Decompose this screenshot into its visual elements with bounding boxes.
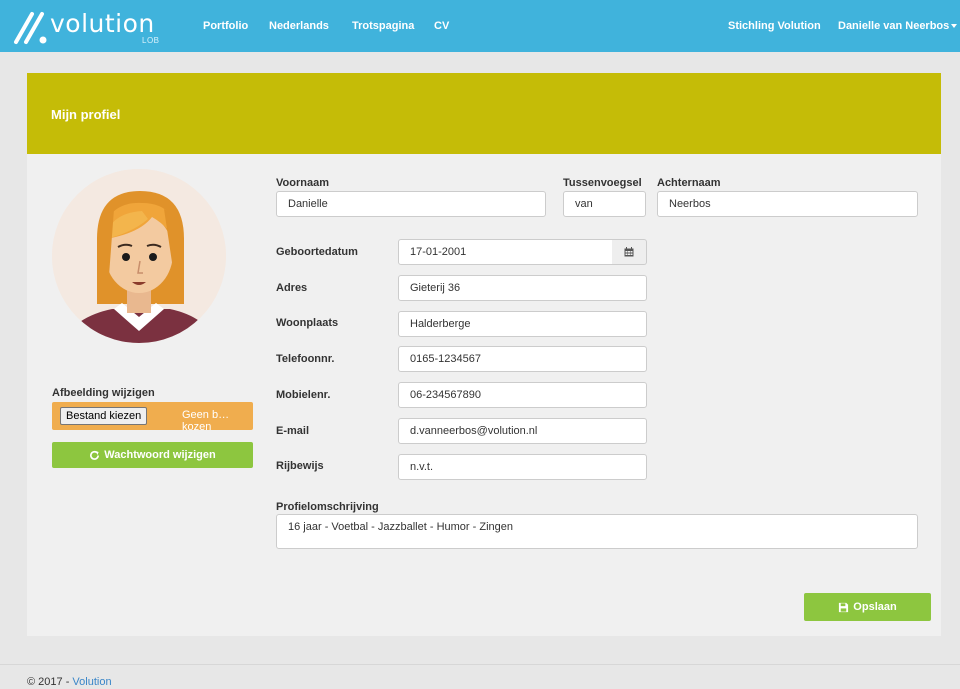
nav-portfolio[interactable]: Portfolio — [203, 20, 248, 32]
footer-volution-link[interactable]: Volution — [72, 676, 111, 688]
footer: © 2017 - Volution — [27, 676, 112, 688]
last-name-field[interactable]: Neerbos — [657, 191, 918, 217]
birth-date-field[interactable]: 17-01-2001 — [398, 239, 613, 265]
file-upload[interactable]: Bestand kiezen Geen b…kozen — [52, 402, 253, 433]
phone-field[interactable]: 0165-1234567 — [398, 346, 647, 372]
city-label: Woonplaats — [276, 317, 339, 329]
license-label: Rijbewijs — [276, 460, 324, 472]
email-label: E-mail — [276, 425, 310, 437]
nav-nederlands[interactable]: Nederlands — [269, 20, 329, 32]
nav-trotspagina[interactable]: Trotspagina — [352, 20, 414, 32]
avatar-illustration-icon — [52, 169, 226, 343]
first-name-label: Voornaam — [276, 177, 329, 189]
birth-date-label: Geboortedatum — [276, 246, 358, 258]
save-label: Opslaan — [853, 601, 897, 613]
nav-stichting-volution[interactable]: Stichling Volution — [728, 20, 821, 32]
brand-logo[interactable]: volution LOB — [6, 4, 176, 46]
calendar-icon — [624, 247, 634, 257]
brand-sub: LOB — [142, 36, 160, 45]
footer-divider — [0, 664, 960, 665]
copyright-text: © 2017 - — [27, 676, 70, 688]
choose-file-button[interactable]: Bestand kiezen — [60, 407, 148, 425]
page-title: Mijn profiel — [51, 107, 121, 122]
user-name: Danielle van Neerbos — [838, 20, 950, 32]
profile-panel: Mijn profiel Afbeelding wijzigen Bestand… — [27, 73, 941, 636]
file-name-text: Geen b…kozen — [182, 409, 230, 433]
license-field[interactable]: n.v.t. — [398, 454, 647, 480]
phone-label: Telefoonnr. — [276, 353, 335, 365]
description-label: Profielomschrijving — [276, 501, 379, 513]
date-picker-button[interactable] — [612, 239, 647, 265]
panel-header: Mijn profiel — [27, 73, 941, 154]
refresh-icon — [90, 450, 100, 460]
change-password-button[interactable]: Wachtwoord wijzigen — [52, 442, 253, 468]
save-button[interactable]: Opslaan — [804, 593, 931, 621]
mobile-label: Mobielenr. — [276, 389, 331, 401]
description-textarea[interactable]: 16 jaar - Voetbal - Jazzballet - Humor -… — [276, 514, 918, 549]
change-password-label: Wachtwoord wijzigen — [104, 449, 216, 461]
top-navbar: volution LOB Portfolio Nederlands Trotsp… — [0, 0, 960, 52]
city-field[interactable]: Halderberge — [398, 311, 647, 337]
first-name-field[interactable]: Danielle — [276, 191, 546, 217]
image-label: Afbeelding wijzigen — [52, 387, 155, 399]
last-name-label: Achternaam — [657, 177, 721, 189]
infix-field[interactable]: van — [563, 191, 646, 217]
brand-name: volution — [50, 9, 155, 38]
user-menu[interactable]: Danielle van Neerbos — [838, 20, 958, 32]
mobile-field[interactable]: 06-234567890 — [398, 382, 647, 408]
address-field[interactable]: Gieterij 36 — [398, 275, 647, 301]
floppy-disk-icon — [839, 602, 849, 612]
infix-label: Tussenvoegsel — [563, 177, 642, 189]
avatar — [52, 169, 226, 343]
email-field[interactable]: d.vanneerbos@volution.nl — [398, 418, 647, 444]
nav-cv[interactable]: CV — [434, 20, 449, 32]
caret-down-icon — [951, 24, 958, 29]
logo-slashes-icon — [14, 12, 47, 44]
address-label: Adres — [276, 282, 308, 294]
